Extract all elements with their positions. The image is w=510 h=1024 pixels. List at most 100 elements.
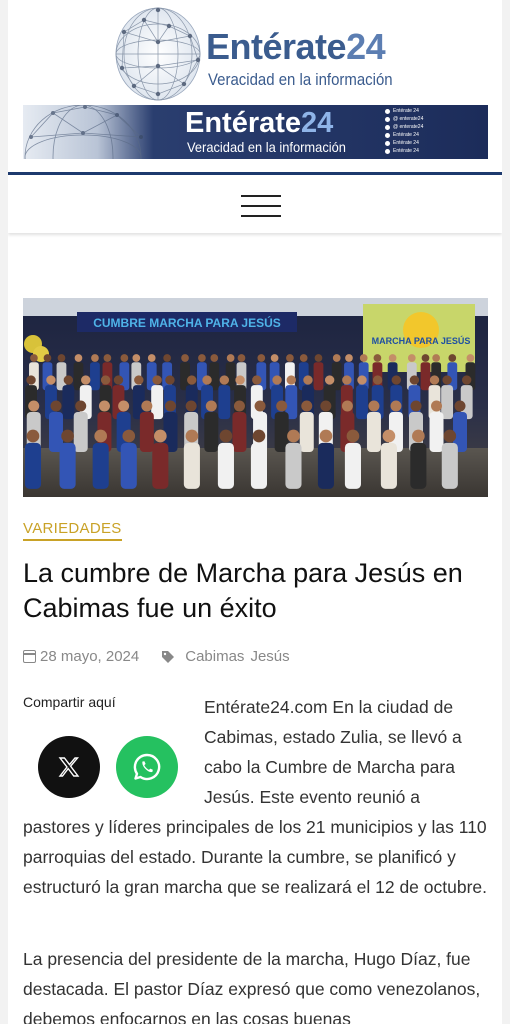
photo-person-head (134, 375, 144, 385)
photo-person-head (272, 375, 282, 385)
site-logo[interactable]: Entérate24 Veracidad en la información (112, 0, 412, 104)
article-title: La cumbre de Marcha para Jesús en Cabima… (23, 558, 463, 623)
photo-person-head (219, 375, 229, 385)
photo-person-head (81, 375, 91, 385)
photo-person-body (380, 442, 397, 489)
photo-person-head (185, 429, 199, 443)
photo-person-head (122, 429, 136, 443)
photo-person-head (287, 429, 300, 443)
photo-person-head (113, 375, 124, 385)
photo-person-head (181, 354, 189, 362)
photo-person-body (285, 442, 302, 489)
photo-person-head (368, 400, 380, 412)
photo-person-head (466, 354, 475, 362)
article-paragraph-2: La presencia del presidente de la marcha… (23, 949, 481, 1024)
photo-person-head (388, 354, 397, 362)
photo-person-head (301, 400, 313, 412)
social-twitter[interactable]: @ enterate24 (385, 115, 485, 123)
header-banner[interactable]: Entérate24 Veracidad en la información E… (23, 105, 488, 159)
photo-person-body (232, 412, 247, 452)
photo-person-head (345, 354, 353, 362)
photo-person-head (357, 375, 367, 385)
photo-person-head (233, 400, 245, 412)
photo-person-head (299, 354, 308, 362)
photo-person-head (165, 375, 175, 385)
photo-person-head (443, 429, 457, 443)
article-paragraph-1-lead: Entérate24.com En la ciudad de Cabimas, … (204, 697, 462, 807)
social-tiktok[interactable]: Entérate 24 (385, 139, 485, 147)
photo-person-head (98, 400, 110, 412)
social-facebook[interactable]: Entérate 24 (385, 107, 485, 115)
photo-person-head (410, 400, 422, 412)
photo-person-head (46, 375, 56, 385)
social-list: Entérate 24 @ enterate24 @ enterate24 En… (385, 107, 485, 155)
photo-person-head (185, 400, 197, 412)
telegram-icon (385, 132, 390, 138)
photo-person-head (198, 354, 206, 362)
social-instagram[interactable]: @ enterate24 (385, 123, 485, 131)
photo-person-head (132, 354, 141, 362)
share-x-button[interactable] (38, 736, 100, 798)
photo-person-head (372, 375, 383, 385)
photo-person-head (252, 375, 262, 385)
photo-person-head (303, 375, 313, 385)
article-featured-image[interactable]: CUMBRE MARCHA PARA JESÚS MARCHA PARA JES… (23, 298, 488, 497)
photo-person-head (421, 354, 430, 362)
photo-person-head (431, 400, 443, 412)
photo-person-head (454, 400, 466, 412)
photo-person-head (202, 375, 212, 385)
photo-person-body (183, 442, 200, 489)
photo-person-body (204, 412, 219, 452)
photo-person-body (218, 385, 231, 420)
photo-person-head (270, 354, 279, 362)
share-whatsapp-button[interactable] (116, 736, 178, 798)
category-link[interactable]: VARIEDADES (23, 520, 122, 541)
photo-person-head (205, 400, 217, 412)
photo-person-head (28, 400, 40, 412)
photo-person-body (366, 412, 381, 452)
photo-person-body (92, 442, 109, 489)
photo-person-head (390, 400, 402, 412)
photo-person-head (341, 400, 353, 412)
banner-globe-icon (24, 105, 143, 159)
photo-person-head (154, 429, 167, 443)
hamburger-menu-icon[interactable] (241, 193, 281, 219)
photo-person-head (26, 429, 40, 443)
social-telegram[interactable]: Entérate 24 (385, 131, 485, 139)
photo-person-head (219, 429, 233, 443)
x-twitter-icon (58, 757, 80, 777)
page: Entérate24 Veracidad en la información E… (8, 0, 502, 1024)
photo-person-head (226, 354, 235, 362)
photo-person-body (313, 362, 324, 391)
photo-person-head (462, 375, 472, 385)
photo-person-head (163, 354, 171, 362)
instagram-icon (385, 124, 390, 130)
calendar-icon (23, 650, 36, 663)
photo-person-head (152, 375, 162, 385)
photo-person-head (91, 354, 99, 362)
logo-tagline: Veracidad en la información (208, 70, 393, 89)
tag-link-cabimas[interactable]: Cabimas (185, 648, 244, 665)
photo-person-body (217, 442, 234, 489)
photo-person-body (73, 412, 88, 452)
tag-link-jesus[interactable]: Jesús (250, 648, 289, 665)
photo-person-body (344, 442, 361, 489)
photo-person-head (100, 375, 111, 385)
photo-person-head (30, 354, 38, 362)
post-date[interactable]: 28 mayo, 2024 (40, 648, 139, 665)
photo-person-body (420, 362, 431, 391)
photo-person-head (346, 429, 360, 443)
photo-person-head (237, 354, 246, 362)
globe-network-icon (115, 7, 201, 101)
social-youtube[interactable]: Entérate 24 (385, 147, 485, 155)
tiktok-icon (385, 140, 390, 146)
photo-person-body (299, 412, 314, 452)
photo-person-head (373, 354, 382, 362)
photo-person-head (332, 354, 341, 362)
photo-person-body (139, 412, 154, 452)
nav-bar (8, 175, 502, 233)
photo-person-head (94, 429, 108, 443)
banner-title: Entérate24 (185, 107, 334, 139)
photo-person-body (120, 442, 137, 489)
photo-person-head (57, 354, 66, 362)
